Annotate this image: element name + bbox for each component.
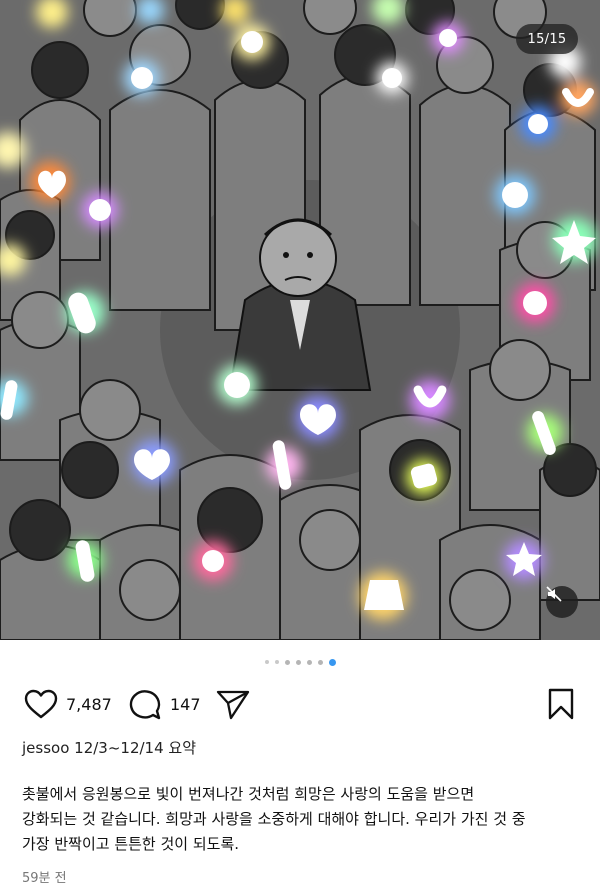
carousel-pagination bbox=[0, 657, 600, 667]
pagination-dot bbox=[317, 659, 323, 665]
crowd-illustration bbox=[0, 0, 600, 640]
pagination-dot bbox=[284, 659, 290, 665]
comment-button[interactable]: 147 bbox=[128, 684, 201, 724]
speech-bubble-icon bbox=[129, 690, 161, 720]
pagination-dot bbox=[306, 659, 312, 665]
save-button[interactable] bbox=[548, 684, 574, 724]
pagination-dot bbox=[274, 660, 279, 664]
paper-plane-icon bbox=[216, 690, 250, 720]
heart-outline-icon bbox=[24, 689, 58, 719]
share-button[interactable] bbox=[216, 684, 250, 724]
pagination-dot-active bbox=[328, 658, 336, 666]
post-image[interactable]: 15/15 bbox=[0, 0, 600, 640]
caption-line: 강화되는 것 같습니다. 희망과 사랑을 소중하게 대해야 합니다. 우리가 가… bbox=[22, 810, 526, 828]
bookmark-icon bbox=[548, 688, 574, 720]
speaker-muted-icon bbox=[546, 586, 562, 602]
post-caption: 촛불에서 응원봉으로 빛이 번져나간 것처럼 희망은 사랑의 도움을 받으면 강… bbox=[22, 782, 584, 857]
post-timestamp: 59분 전 bbox=[22, 871, 67, 886]
pagination-dot bbox=[295, 659, 301, 665]
post-actions: 7,487 147 bbox=[0, 684, 600, 724]
caption-line: 촛불에서 응원봉으로 빛이 번져나간 것처럼 희망은 사랑의 도움을 받으면 bbox=[22, 785, 475, 803]
comment-count: 147 bbox=[170, 694, 201, 714]
mute-button[interactable] bbox=[546, 586, 578, 618]
pagination-dot bbox=[264, 660, 269, 664]
like-button[interactable]: 7,487 bbox=[24, 684, 112, 724]
image-counter: 15/15 bbox=[516, 24, 578, 54]
caption-line: 가장 반짝이고 튼튼한 것이 되도록. bbox=[22, 835, 240, 853]
like-count: 7,487 bbox=[66, 694, 112, 714]
post-author-line[interactable]: jessoo 12/3~12/14 요약 bbox=[22, 737, 196, 758]
